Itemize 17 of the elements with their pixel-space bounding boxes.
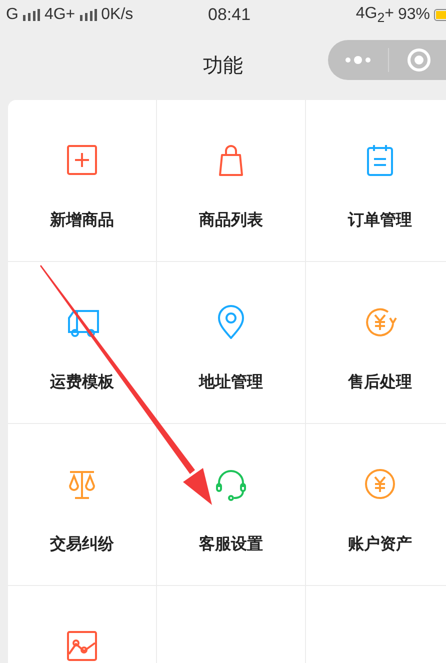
menu-tile[interactable]: 交易纠纷: [8, 424, 157, 586]
menu-tile[interactable]: 地址管理: [157, 262, 306, 424]
page-title: 功能: [203, 52, 243, 78]
carrier-label: G: [6, 6, 18, 24]
menu-tile[interactable]: 订单管理: [306, 100, 446, 262]
signal-icon: [79, 9, 98, 21]
menu-tile[interactable]: 账户资产: [306, 424, 446, 586]
more-icon[interactable]: [345, 56, 371, 64]
signal-icon: [22, 9, 40, 21]
clock: 08:41: [208, 5, 251, 25]
menu-tile[interactable]: 新增商品: [8, 100, 157, 262]
network-speed: 0K/s: [101, 6, 134, 24]
menu-tile[interactable]: 商品列表: [157, 100, 306, 262]
menu-tile[interactable]: 售后处理: [306, 262, 446, 424]
battery-percent: 93%: [398, 6, 430, 24]
network-label: 4G$_{2}$+: [356, 4, 394, 26]
carrier-label: 4G+: [44, 6, 76, 24]
